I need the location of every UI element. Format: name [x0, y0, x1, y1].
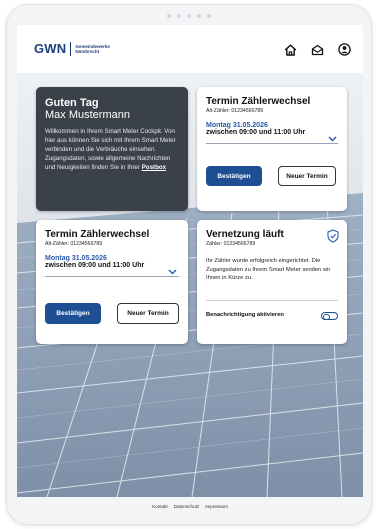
- appointment-time: zwischen 09:00 und 11:00 Uhr: [206, 129, 306, 136]
- greeting-username: Max Mustermann: [45, 109, 130, 121]
- new-appointment-button[interactable]: Neuer Termin: [278, 166, 336, 186]
- networking-title: Vernetzung läuft: [206, 229, 284, 240]
- confirm-button[interactable]: Bestätigen: [206, 166, 262, 186]
- appointment-date: Montag 31.05.2026: [45, 255, 107, 262]
- greeting-title: Guten Tag: [45, 97, 99, 109]
- footer-link-datenschutz[interactable]: Datenschutz: [174, 504, 200, 509]
- camera-dots: [7, 14, 371, 18]
- appointment-time: zwischen 09:00 und 11:00 Uhr: [45, 262, 145, 269]
- appointment-title: Termin Zählerwechsel: [45, 229, 150, 240]
- logo-subtitle: Gemeindewerke Nümbrecht: [75, 44, 110, 54]
- postbox-link[interactable]: Postbox: [142, 164, 166, 171]
- footer-link-kontakt[interactable]: Kontakt: [152, 504, 168, 509]
- logo-wordmark: GWN: [34, 41, 67, 56]
- networking-divider: [206, 300, 338, 301]
- app-header: GWN Gemeindewerke Nümbrecht: [17, 25, 363, 73]
- gwn-logo[interactable]: GWN Gemeindewerke Nümbrecht: [34, 41, 110, 56]
- logo-subtitle-line2: Nümbrecht: [75, 48, 100, 54]
- networking-meter: Zähler: 01234566789: [206, 241, 256, 247]
- inbox-icon[interactable]: [311, 44, 324, 56]
- shield-check-icon: [327, 229, 339, 248]
- footer: Kontakt Datenschutz Impressum: [17, 497, 363, 515]
- appointment-slot-select[interactable]: Montag 31.05.2026 zwischen 09:00 und 11:…: [206, 122, 305, 136]
- header-actions: [284, 43, 351, 56]
- logo-divider: [70, 41, 72, 56]
- greeting-card: Guten Tag Max Mustermann Willkommen in I…: [36, 87, 188, 211]
- appointment-date: Montag 31.05.2026: [206, 122, 268, 129]
- appointment-card-top: Termin Zählerwechsel Alt-Zähler: 0123456…: [197, 87, 347, 211]
- toggle-knob: [323, 313, 330, 321]
- networking-text: Ihr Zähler wurde erfolgreich eingerichte…: [206, 258, 331, 281]
- appointment-slot-select[interactable]: Montag 31.05.2026 zwischen 09:00 und 11:…: [45, 255, 144, 269]
- appointment-meter: Alt-Zähler: 01234566789: [206, 108, 264, 114]
- app-screen: GWN Gemeindewerke Nümbrecht Guten Tag Ma…: [17, 25, 363, 515]
- notification-label: Benachrichtigung aktivieren: [206, 312, 284, 318]
- networking-card: Vernetzung läuft Zähler: 01234566789 Ihr…: [197, 220, 347, 344]
- appointment-meter: Alt-Zähler: 01234566789: [45, 241, 103, 247]
- chevron-down-icon[interactable]: [168, 262, 177, 280]
- chevron-down-icon[interactable]: [328, 129, 337, 147]
- appointment-divider: [45, 276, 179, 277]
- footer-link-impressum[interactable]: Impressum: [205, 504, 228, 509]
- confirm-button[interactable]: Bestätigen: [45, 303, 101, 324]
- home-icon[interactable]: [284, 44, 297, 56]
- new-appointment-button[interactable]: Neuer Termin: [117, 303, 179, 324]
- greeting-text: Willkommen in Ihrem Smart Meter Cockpit.…: [45, 127, 179, 172]
- notification-toggle[interactable]: [321, 312, 338, 321]
- user-icon[interactable]: [338, 43, 351, 56]
- appointment-divider: [206, 143, 338, 144]
- appointment-title: Termin Zählerwechsel: [206, 96, 311, 107]
- appointment-card-mid: Termin Zählerwechsel Alt-Zähler: 0123456…: [36, 220, 188, 344]
